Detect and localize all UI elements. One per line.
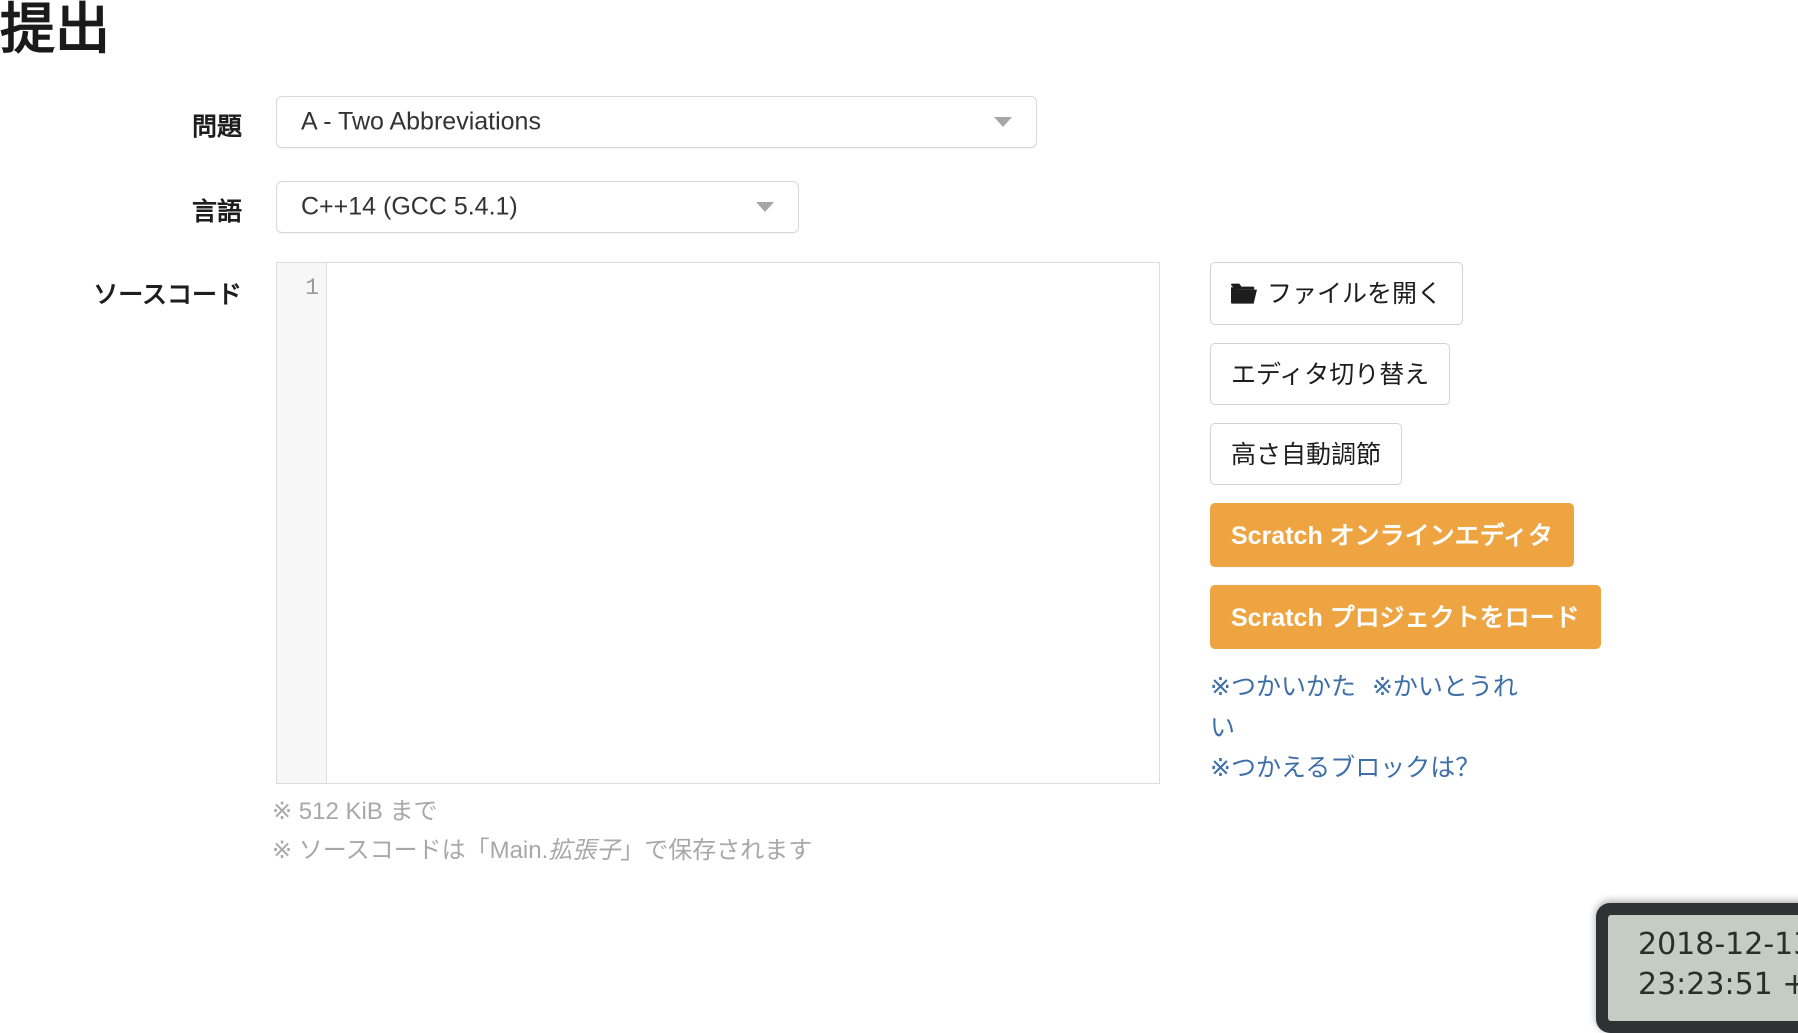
clock-date: 2018-12-13: [1638, 925, 1798, 965]
auto-height-button[interactable]: 高さ自動調節: [1210, 423, 1402, 485]
note-size-limit: ※ 512 KiB まで: [272, 793, 812, 832]
editor-notes: ※ 512 KiB まで ※ ソースコードは「Main.拡張子」で保存されます: [272, 793, 812, 871]
note-filename: ※ ソースコードは「Main.拡張子」で保存されます: [272, 832, 812, 871]
scratch-help-links-row-1: ※つかいかた※かいとうれい: [1210, 667, 1540, 748]
scratch-online-editor-button[interactable]: Scratch オンラインエディタ: [1210, 503, 1574, 567]
scratch-help-links: ※つかいかた※かいとうれい ※つかえるブロックは？: [1210, 667, 1540, 789]
note-filename-suffix: 」で保存されます: [620, 837, 812, 864]
chevron-down-icon: [994, 117, 1012, 127]
editor-tools-panel: ファイルを開く エディタ切り替え 高さ自動調節 Scratch オンラインエディ…: [1210, 262, 1540, 789]
clock-screen: 2018-12-13 23:23:51 +09: [1608, 915, 1798, 1021]
problem-label: 問題: [12, 107, 242, 143]
open-file-label: ファイルを開く: [1267, 280, 1442, 308]
line-number: 1: [305, 275, 319, 301]
note-filename-emphasis: 拡張子: [548, 837, 620, 864]
scratch-help-links-row-2: ※つかえるブロックは？: [1210, 748, 1540, 789]
toggle-editor-button[interactable]: エディタ切り替え: [1210, 343, 1450, 405]
note-filename-prefix: ※ ソースコードは「Main.: [272, 837, 548, 864]
problem-select-value: A - Two Abbreviations: [301, 108, 541, 137]
clock-time: 23:23:51 +09: [1638, 965, 1798, 1005]
link-how-to-use[interactable]: ※つかいかた: [1210, 673, 1356, 701]
scratch-load-project-button[interactable]: Scratch プロジェクトをロード: [1210, 585, 1601, 649]
language-label: 言語: [12, 192, 242, 228]
problem-select[interactable]: A - Two Abbreviations: [276, 96, 1037, 148]
source-code-editor[interactable]: 1: [276, 262, 1160, 784]
chevron-down-icon: [756, 202, 774, 212]
language-select[interactable]: C++14 (GCC 5.4.1): [276, 181, 799, 233]
scratch-online-editor-label: Scratch オンラインエディタ: [1231, 522, 1553, 550]
link-usable-blocks[interactable]: ※つかえるブロックは？: [1210, 754, 1480, 782]
scratch-load-project-label: Scratch プロジェクトをロード: [1231, 604, 1580, 632]
toggle-editor-label: エディタ切り替え: [1231, 361, 1429, 389]
page-title: 提出: [0, 0, 110, 62]
clock-widget[interactable]: 2018-12-13 23:23:51 +09: [1596, 903, 1798, 1033]
source-code-input[interactable]: [328, 263, 1159, 783]
editor-gutter: 1: [277, 263, 327, 783]
language-select-value: C++14 (GCC 5.4.1): [301, 193, 518, 222]
auto-height-label: 高さ自動調節: [1231, 441, 1381, 469]
folder-open-icon: [1231, 282, 1257, 311]
source-code-label: ソースコード: [12, 275, 242, 311]
open-file-button[interactable]: ファイルを開く: [1210, 262, 1463, 325]
